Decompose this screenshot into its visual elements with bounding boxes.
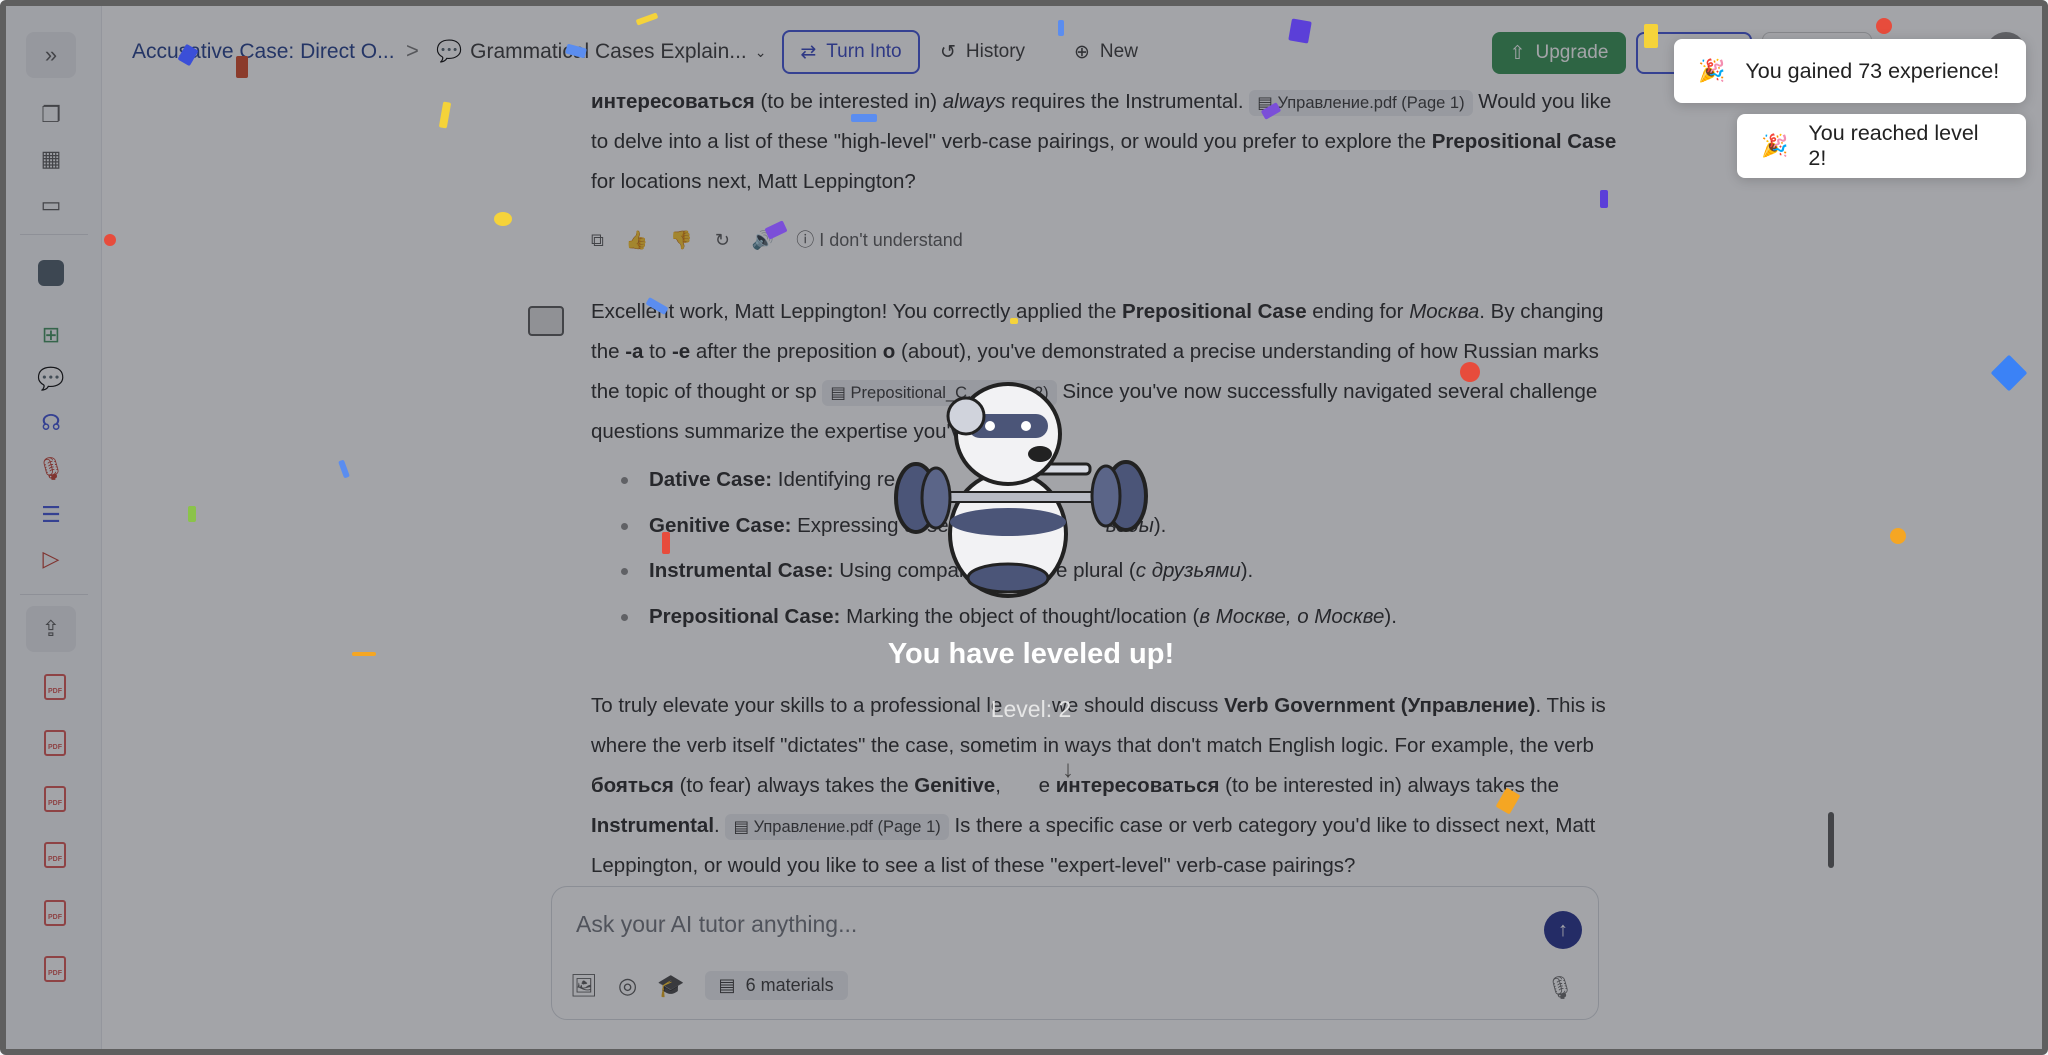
confetti-piece <box>1876 18 1892 34</box>
confetti-piece <box>1495 787 1521 815</box>
confetti-piece <box>1644 24 1658 48</box>
confetti-piece <box>1600 190 1608 208</box>
confetti-piece <box>438 101 452 129</box>
toast-text: You gained 73 experience! <box>1745 58 2000 83</box>
toast-level: 🎉 You reached level 2! <box>1737 114 2026 178</box>
levelup-level: Level: 2 <box>990 696 1072 722</box>
confetti-piece <box>177 43 199 67</box>
confetti-piece <box>104 234 116 246</box>
levelup-title: You have leveled up! <box>887 638 1175 670</box>
confetti-piece <box>188 506 196 522</box>
arrow-down-icon[interactable]: ↓ <box>1062 756 1074 784</box>
confetti-piece <box>1288 18 1312 44</box>
confetti-piece <box>645 297 669 315</box>
confetti-piece <box>1460 362 1480 382</box>
app-window: » ❐ ▦ ▭ ⊞ 💬 ☊ 🎙 ☰ ▷ ⇪ PDF PDF PDF PDF PD… <box>0 0 2048 1055</box>
confetti-piece <box>1058 20 1064 36</box>
confetti-piece <box>1260 102 1282 120</box>
party-popper-icon: 🎉 <box>1761 133 1789 158</box>
confetti-piece <box>565 43 587 59</box>
confetti-piece <box>236 56 248 78</box>
confetti-piece <box>1010 318 1018 324</box>
confetti-piece <box>352 652 376 656</box>
confetti-piece <box>1890 528 1906 544</box>
confetti-piece <box>764 220 788 240</box>
mascot-weightlifter-image <box>894 382 1148 598</box>
toast-experience: 🎉 You gained 73 experience! <box>1674 39 2026 103</box>
confetti-piece <box>851 114 877 122</box>
party-popper-icon: 🎉 <box>1698 58 1726 83</box>
confetti-piece <box>662 532 670 554</box>
confetti-piece <box>635 12 659 26</box>
confetti-piece <box>1990 354 2028 392</box>
confetti-piece <box>338 459 350 479</box>
toast-text: You reached level 2! <box>1808 121 1979 170</box>
confetti-piece <box>494 212 512 226</box>
